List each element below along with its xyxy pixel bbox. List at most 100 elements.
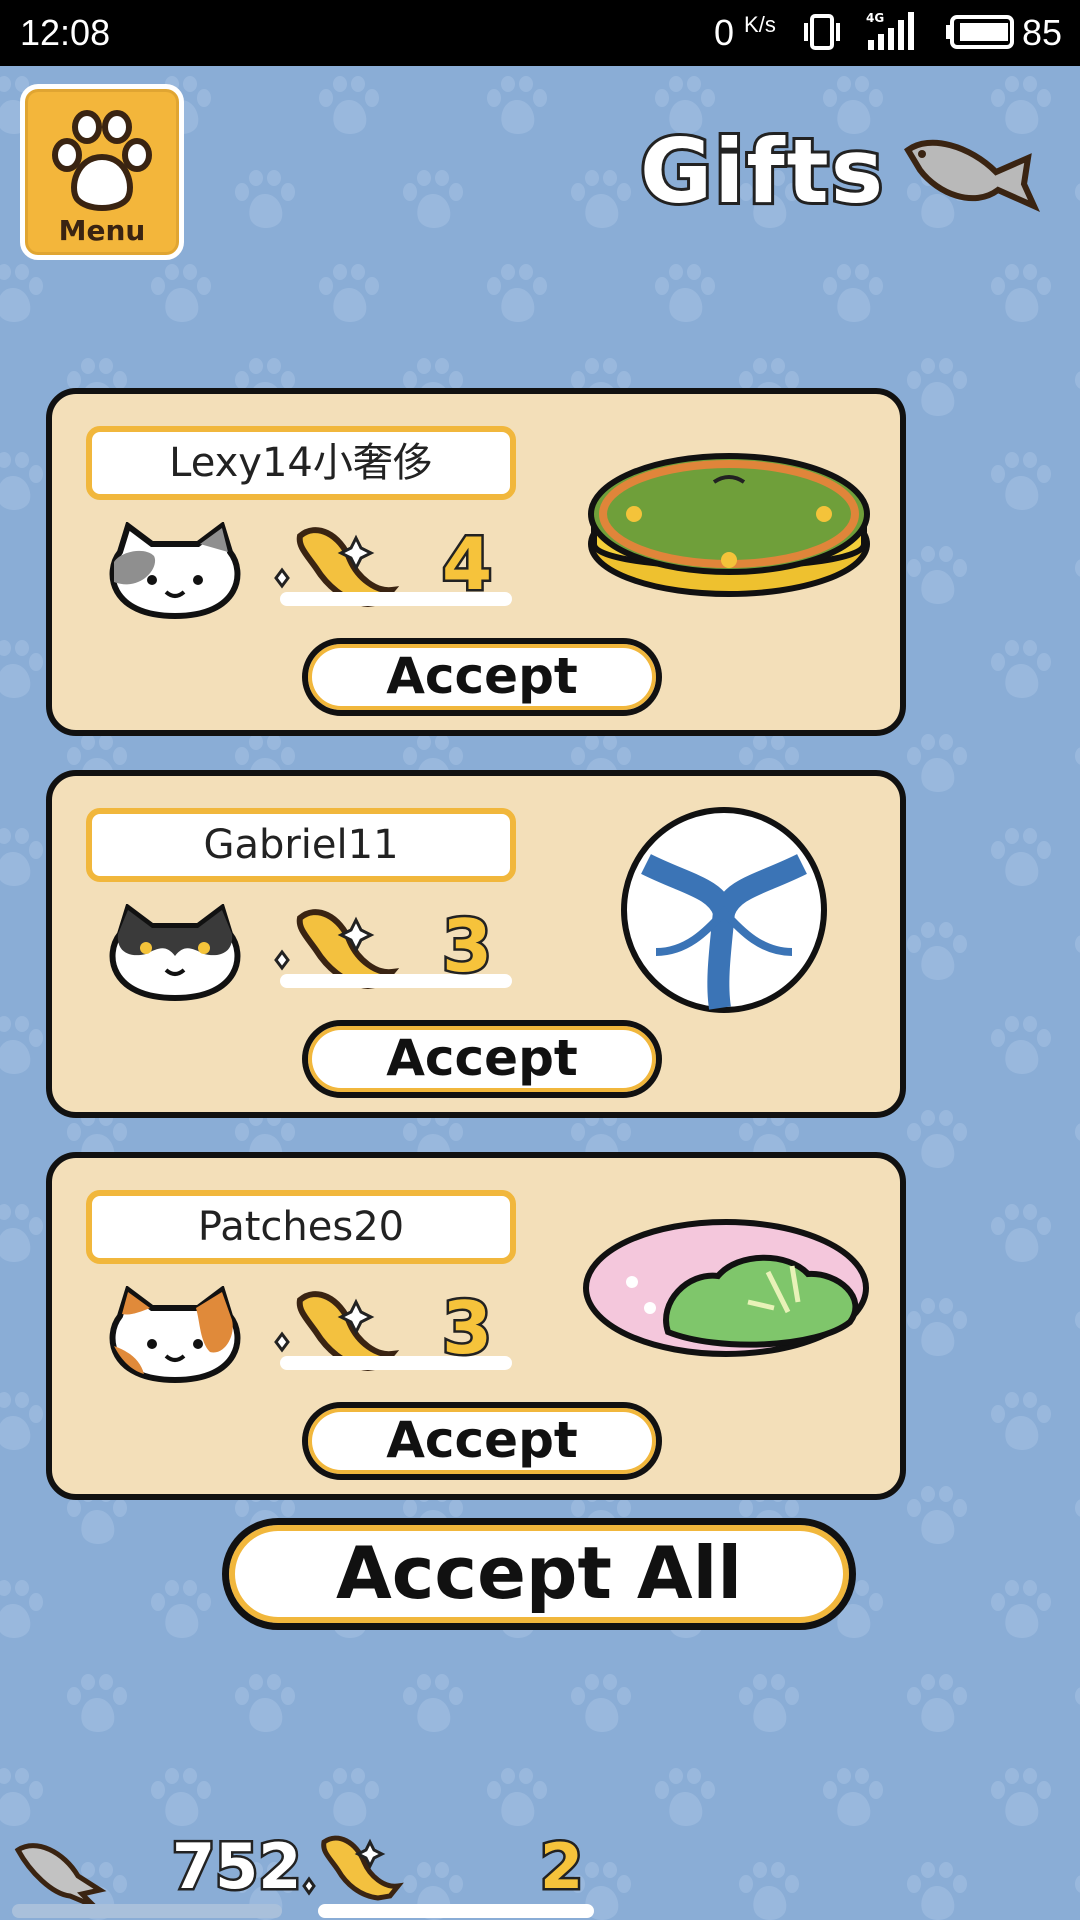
fish-icon [900,124,1040,224]
paw-print [988,1768,1058,1828]
currency-bar: 752 2 [0,1820,1080,1920]
gift-card-2: Gabriel11 3 Accept [46,770,906,1118]
paw-print [904,546,974,606]
paw-print [820,1768,890,1828]
paw-print [904,1674,974,1734]
dried-fish-bar [12,1904,282,1918]
paw-print [568,1674,638,1734]
paw-print [652,264,722,324]
paw-print [988,828,1058,888]
ball-icon [616,802,832,1022]
reward-count: 4 [439,520,494,609]
sender-name: Patches20 [86,1190,516,1264]
gold-fish-icon [260,1282,440,1386]
paw-print [1072,170,1080,230]
menu-button[interactable]: Menu [20,84,184,260]
gold-fish-icon [260,900,440,1004]
accept-button-2[interactable]: Accept [302,1020,662,1098]
status-bar: 12:08 0 K/s 4G 85 [0,0,1080,66]
paw-print [988,264,1058,324]
paw-print [232,1674,302,1734]
calico-orange-cat-icon [100,1285,250,1390]
gold-cushion-icon [584,434,874,608]
page-title: Gifts [637,117,886,226]
paw-print [64,1674,134,1734]
paw-print [904,1110,974,1170]
sender-name: Gabriel11 [86,808,516,882]
network-speed-unit: K/s [744,12,776,37]
calico-gray-cat-icon [100,521,250,626]
paw-print [904,734,974,794]
gold-fish-count: 2 [537,1828,585,1906]
paw-print [400,1674,470,1734]
accept-button-3[interactable]: Accept [302,1402,662,1480]
paw-print [1072,1674,1080,1734]
accept-button-1[interactable]: Accept [302,638,662,716]
signal-icon: 4G [864,10,928,61]
paw-print [988,1204,1058,1264]
paw-print [1072,1110,1080,1170]
gold-fish-icon [260,518,440,622]
paw-print [0,1016,50,1076]
sender-name: Lexy14小奢侈 [86,426,516,500]
paw-print [0,1392,50,1452]
paw-print [904,358,974,418]
paw-print [148,1768,218,1828]
paw-print [0,452,50,512]
dried-fish-count: 752 [169,1828,303,1906]
paw-print [1072,1298,1080,1358]
paw-print [988,1580,1058,1640]
paw-print [316,76,386,136]
black-white-cat-icon [100,903,250,1008]
paw-print [0,640,50,700]
paw-print [988,640,1058,700]
battery-percent: 85 [1022,12,1063,53]
paw-print [568,170,638,230]
paw-print [1072,546,1080,606]
paw-print [0,264,50,324]
network-speed-value: 0 [714,12,735,53]
paw-print [316,1768,386,1828]
paw-print [0,1580,50,1640]
accept-all-button[interactable]: Accept All [222,1518,856,1630]
gold-fish-icon [300,1830,420,1914]
paw-print [484,264,554,324]
network-speed: 0 K/s [714,12,776,54]
battery-icon [946,14,1016,59]
network-type-label: 4G [866,11,884,25]
food-bowl-icon [578,1212,878,1366]
vibrate-icon [802,14,842,59]
gift-card-3: Patches20 3 Accept [46,1152,906,1500]
paw-print [1072,1486,1080,1546]
paw-print [1072,358,1080,418]
dried-fish-icon [12,1836,108,1912]
paw-print [484,1768,554,1828]
paw-print [652,1768,722,1828]
paw-print [0,828,50,888]
reward-count: 3 [439,1284,494,1373]
paw-print [484,76,554,136]
paw-print [904,1298,974,1358]
paw-print [904,922,974,982]
paw-icon [52,110,152,211]
paw-print [0,1768,50,1828]
paw-print [400,170,470,230]
paw-print [148,264,218,324]
paw-print [1072,734,1080,794]
menu-label: Menu [58,214,146,247]
paw-print [1072,922,1080,982]
paw-print [820,264,890,324]
paw-print [988,1016,1058,1076]
paw-print [148,1580,218,1640]
paw-print [232,170,302,230]
paw-print [316,264,386,324]
status-time: 12:08 [20,12,111,53]
reward-count: 3 [439,902,494,991]
paw-print [988,1392,1058,1452]
paw-print [904,1486,974,1546]
paw-print [988,452,1058,512]
gold-fish-bar [318,1904,594,1918]
paw-print [0,1204,50,1264]
gift-card-1: Lexy14小奢侈 4 Accept [46,388,906,736]
paw-print [736,1674,806,1734]
